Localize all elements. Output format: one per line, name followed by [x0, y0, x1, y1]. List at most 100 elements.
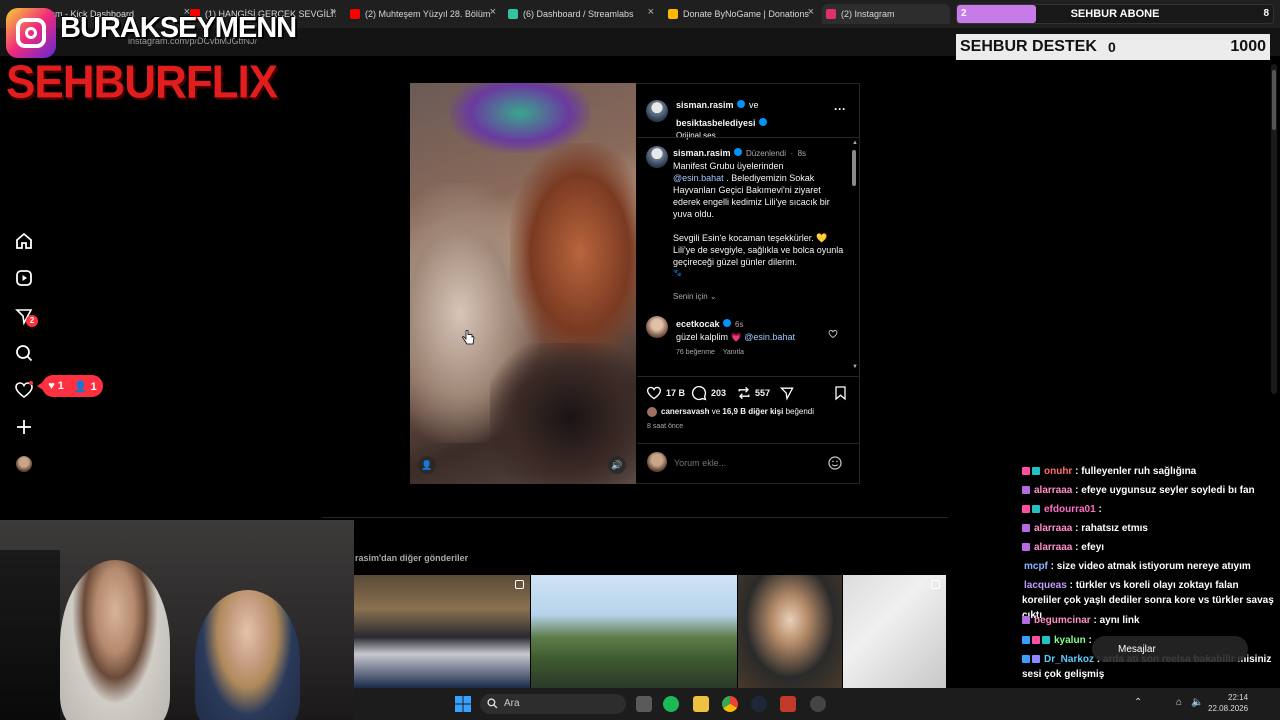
chat-username[interactable]: efdourra01 [1044, 504, 1096, 515]
search-icon[interactable] [14, 343, 34, 363]
caption-author-avatar[interactable] [646, 146, 668, 168]
donation-goal: SEHBUR DESTEK 0 1000 [956, 34, 1270, 60]
network-icon[interactable]: ⌂ [1176, 697, 1182, 708]
chat-badge-icon [1022, 655, 1030, 663]
messages-button[interactable]: Mesajlar [1092, 636, 1248, 662]
volume-icon[interactable]: 🔈 [1191, 697, 1203, 708]
donation-target: 1000 [1230, 38, 1266, 55]
author-avatar[interactable] [646, 100, 668, 122]
chat-username[interactable]: alarraaa [1034, 485, 1072, 496]
more-posts-title[interactable]: rasim'dan diğer gönderiler [355, 553, 468, 563]
tray-chevron-icon[interactable]: ⌃ [1134, 697, 1142, 708]
home-icon[interactable] [14, 231, 34, 251]
post-thumbnail[interactable] [531, 575, 737, 688]
reels-icon[interactable] [14, 268, 34, 288]
post-time: 8 saat önce [647, 423, 684, 430]
brand-title: SEHBURFLIX [6, 56, 278, 109]
author-username[interactable]: sisman.rasim [676, 100, 734, 110]
my-avatar [647, 452, 667, 472]
chat-username[interactable]: begumcinar [1034, 615, 1091, 626]
like-icon[interactable] [646, 385, 662, 401]
chat-username[interactable]: alarraaa [1034, 523, 1072, 534]
spotify-icon[interactable] [663, 696, 679, 712]
comment-count[interactable]: 203 [711, 388, 726, 398]
chat-badge-icon [1032, 655, 1040, 663]
chat-message: begumcinar : aynı link [1022, 613, 1280, 628]
post-thumbnail[interactable] [738, 575, 842, 688]
tab-instagram[interactable]: (2) Instagram [822, 4, 950, 24]
scroll-down-icon[interactable]: ▼ [852, 364, 858, 370]
direct-badge: 2 [26, 315, 38, 327]
taskbar-search[interactable]: Ara [480, 694, 626, 714]
tagged-user-icon[interactable]: 👤 [418, 456, 436, 474]
comment-icon[interactable] [691, 385, 707, 401]
windows-start-icon[interactable] [455, 696, 471, 712]
obs-app-icon[interactable] [780, 696, 796, 712]
task-view-icon[interactable] [636, 696, 652, 712]
divider [637, 137, 859, 138]
more-options-icon[interactable]: ··· [834, 102, 846, 116]
tab-streamlabs[interactable]: (6) Dashboard / Streamlabs × [508, 4, 654, 24]
mention-link[interactable]: @esin.bahat [673, 173, 724, 183]
chat-separator: : [1047, 561, 1057, 572]
notification-bubble[interactable]: ♥ 1 👤 1 [37, 375, 103, 397]
tab-youtube-2[interactable]: (2) Muhteşem Yüzyıl 28. Bölüm × [350, 4, 496, 24]
donation-current: 0 [1108, 39, 1116, 55]
follows-notif: 👤 1 [73, 380, 97, 393]
scroll-up-icon[interactable]: ▲ [852, 140, 858, 146]
chat-username[interactable]: kyalun [1054, 635, 1086, 646]
settings-icon[interactable] [810, 696, 826, 712]
close-icon[interactable]: × [808, 6, 814, 18]
youtube-icon [350, 9, 360, 19]
chat-separator: : [1072, 466, 1082, 477]
chat-message: efdourra01 : [1022, 502, 1280, 517]
steam-icon[interactable] [751, 696, 767, 712]
chat-username[interactable]: onuhr [1044, 466, 1072, 477]
post-video[interactable]: 👤 🔊 [410, 83, 636, 484]
heart-icon[interactable] [14, 380, 34, 400]
file-explorer-icon[interactable] [693, 696, 709, 712]
like-count[interactable]: 17 B [666, 388, 685, 398]
close-icon[interactable]: × [490, 6, 496, 18]
chat-username[interactable]: mcpf [1024, 561, 1048, 572]
chat-text: aynı link [1099, 615, 1140, 626]
repost-icon[interactable] [736, 385, 752, 401]
chat-username[interactable]: lacqueas [1024, 580, 1067, 591]
for-you-toggle[interactable]: Senin için ⌄ [673, 292, 717, 301]
collaborator-username[interactable]: besiktasbelediyesi [676, 118, 756, 128]
comments-scroll-thumb[interactable] [852, 150, 856, 186]
chat-text: size video atmak istiyorum nereye atıyım [1056, 561, 1251, 572]
close-icon[interactable]: × [330, 6, 336, 18]
chat-username[interactable]: alarraaa [1034, 542, 1072, 553]
save-icon[interactable] [833, 385, 848, 401]
comment-like-icon[interactable] [828, 329, 838, 339]
chat-badge-icon [1022, 486, 1030, 494]
page-scrollbar[interactable] [1271, 64, 1277, 394]
profile-avatar[interactable] [16, 456, 32, 472]
carousel-icon [931, 580, 940, 589]
close-icon[interactable]: × [648, 6, 654, 18]
chat-separator: : [1066, 580, 1076, 591]
post-thumbnail[interactable] [843, 575, 946, 688]
comment-input[interactable] [674, 455, 814, 471]
comment-likes[interactable]: 76 beğenme [676, 349, 715, 356]
chrome-icon[interactable] [722, 696, 738, 712]
share-icon[interactable] [779, 385, 795, 401]
chat-username[interactable]: Dr_Narkoz [1044, 654, 1094, 665]
streamer-name: BURAKSEYMENN [60, 12, 297, 44]
tab-bynogame[interactable]: Donate ByNoGame | Donations × [668, 4, 814, 24]
audio-label[interactable]: Orijinal ses [676, 131, 816, 140]
commenter-avatar[interactable] [646, 316, 668, 338]
chat-badge-icon [1022, 636, 1030, 644]
create-icon[interactable] [14, 417, 34, 437]
system-clock[interactable]: 22:14 22.08.2026 [1208, 692, 1248, 714]
emoji-icon[interactable] [827, 455, 843, 471]
divider [637, 376, 859, 377]
liker-avatar [647, 407, 657, 417]
chat-message: onuhr : fulleyenler ruh sağlığına [1022, 464, 1280, 479]
reply-button[interactable]: Yanıtla [723, 349, 744, 356]
divider [637, 443, 859, 444]
repost-count[interactable]: 557 [755, 388, 770, 398]
post-thumbnail[interactable] [354, 575, 530, 688]
volume-icon[interactable]: 🔊 [608, 456, 626, 474]
